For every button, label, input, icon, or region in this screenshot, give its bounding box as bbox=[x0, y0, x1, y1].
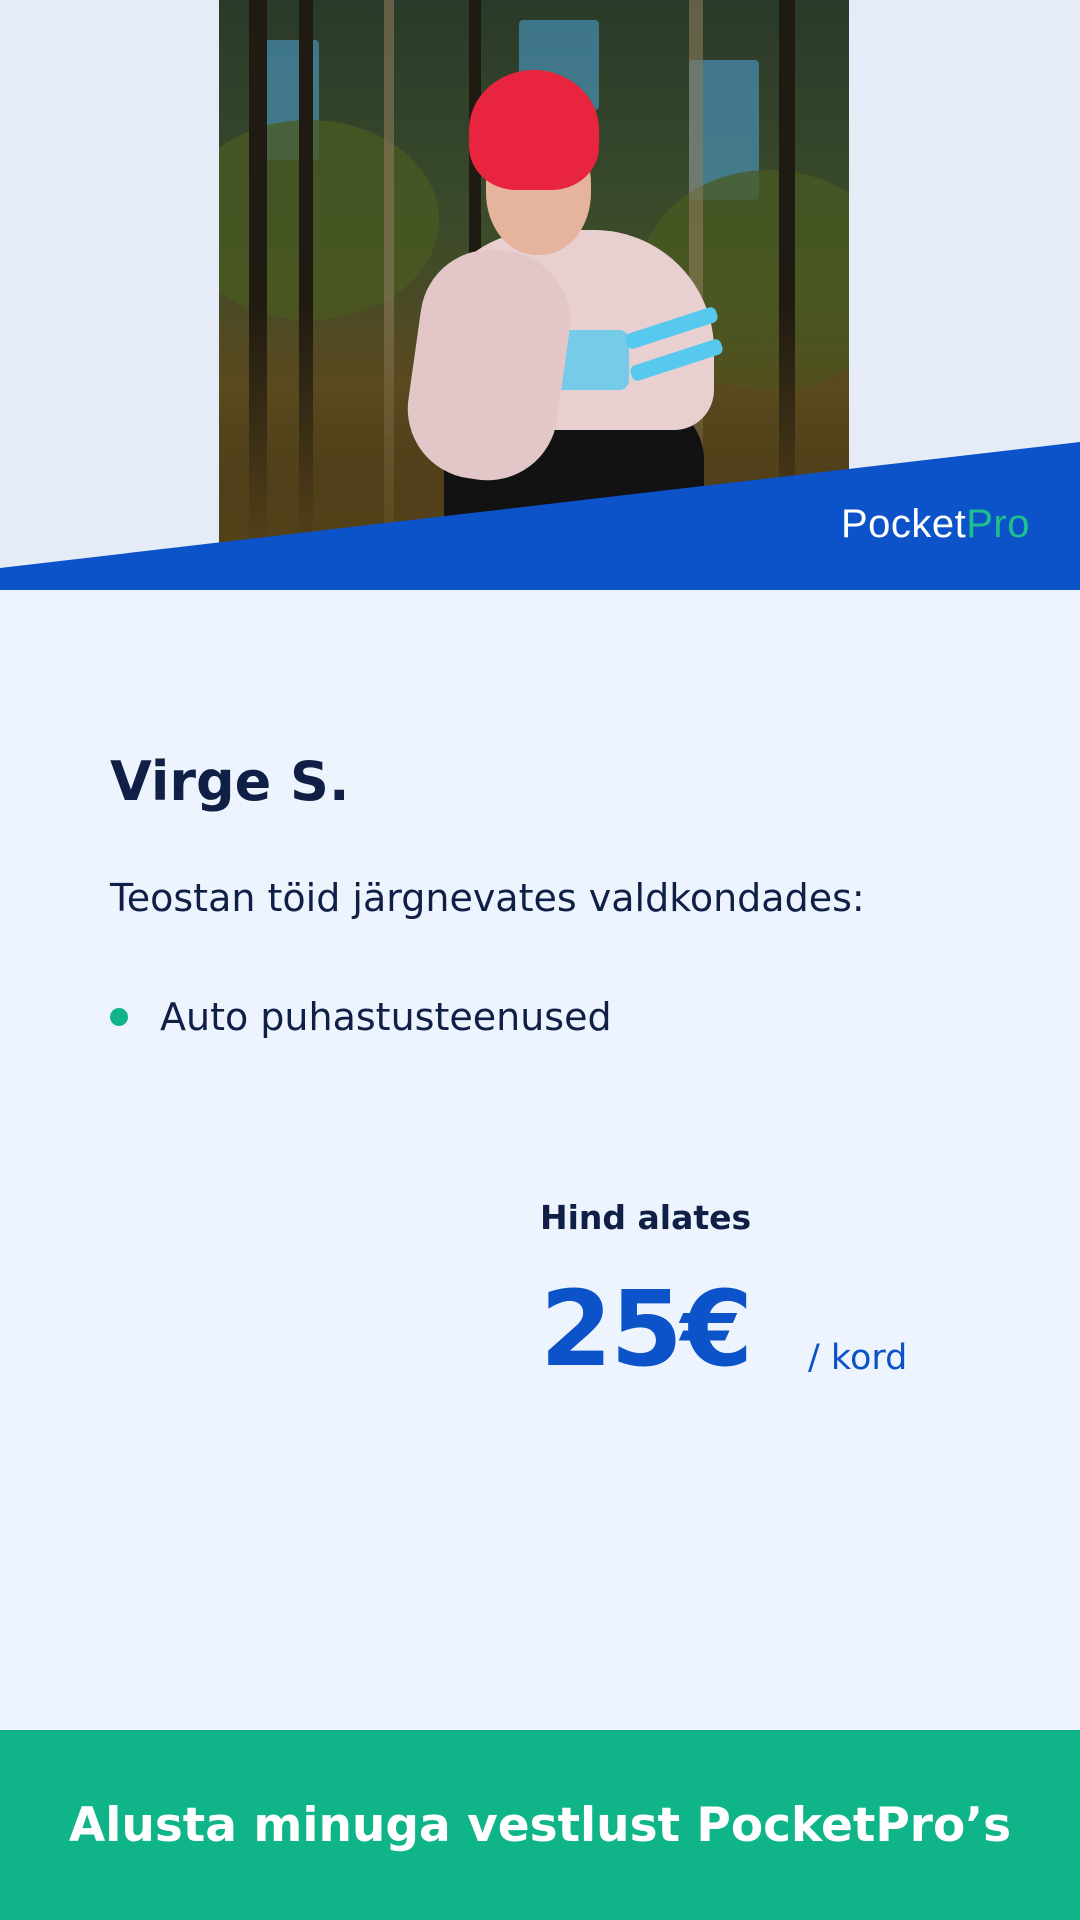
price-amount: 25€ bbox=[540, 1268, 753, 1390]
service-list: Auto puhastusteenused bbox=[110, 995, 612, 1039]
service-item: Auto puhastusteenused bbox=[110, 995, 612, 1039]
person-hair bbox=[469, 70, 599, 190]
start-chat-button[interactable]: Alusta minuga vestlust PocketPro’s bbox=[0, 1730, 1080, 1920]
start-chat-label: Alusta minuga vestlust PocketPro’s bbox=[68, 1797, 1012, 1853]
profile-card-page: PocketPro Virge S. Teostan töid järgneva… bbox=[0, 0, 1080, 1920]
person-figure bbox=[398, 70, 744, 540]
profile-name: Virge S. bbox=[110, 750, 350, 813]
price-unit: / kord bbox=[808, 1338, 908, 1378]
hero-section: PocketPro bbox=[0, 0, 1080, 590]
services-intro: Teostan töid järgnevates valdkondades: bbox=[110, 876, 865, 920]
profile-photo bbox=[219, 0, 849, 560]
logo-pro: Pro bbox=[966, 502, 1030, 546]
bullet-dot-icon bbox=[110, 1008, 128, 1026]
service-label: Auto puhastusteenused bbox=[160, 995, 612, 1039]
pocketpro-logo: PocketPro bbox=[841, 502, 1030, 547]
logo-pocket: Pocket bbox=[840, 502, 967, 546]
price-label: Hind alates bbox=[540, 1198, 752, 1237]
